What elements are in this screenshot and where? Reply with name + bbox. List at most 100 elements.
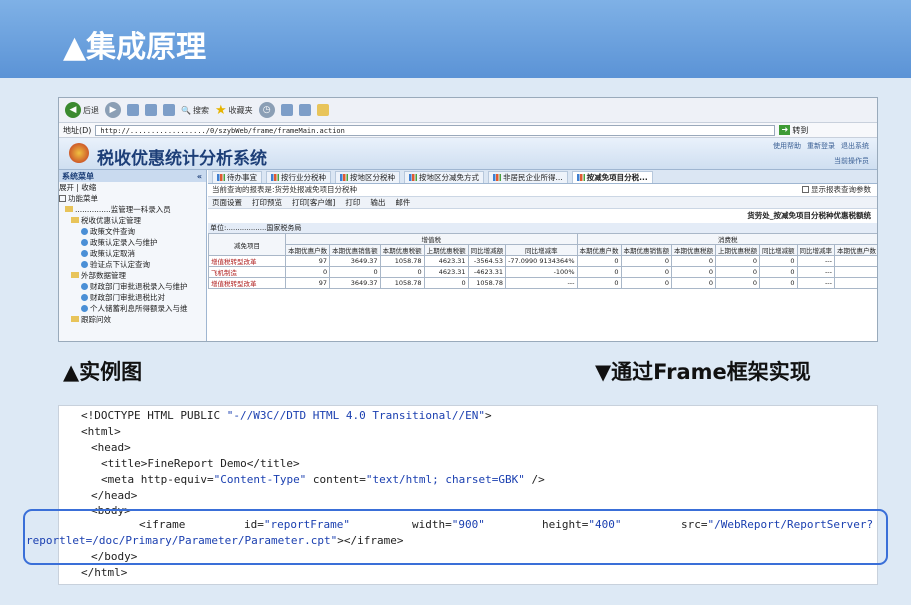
- cell: 97: [285, 255, 331, 267]
- search-button[interactable]: 🔍 搜索: [181, 105, 209, 116]
- slide-header: ▲集成原理: [0, 0, 911, 78]
- row-name-link[interactable]: 飞机制造: [207, 266, 287, 278]
- url-input[interactable]: http://................../0/szybWeb/fram…: [95, 124, 776, 136]
- cell: [834, 266, 877, 278]
- sidebar-item[interactable]: 政策文件查询: [59, 226, 206, 237]
- leaf-icon: [81, 294, 88, 301]
- collapse-icon[interactable]: «: [197, 172, 202, 181]
- tab-exemption-item[interactable]: 按减免项目分税...: [571, 171, 653, 183]
- cell: 3649.37: [329, 255, 381, 267]
- chart-icon: [340, 174, 348, 181]
- forward-button[interactable]: ▶: [105, 102, 121, 118]
- cell: 0: [759, 277, 798, 289]
- tab-nonresident[interactable]: 非居民企业所得...: [488, 171, 568, 183]
- col-header: 本期优惠户数: [285, 244, 331, 256]
- cell: 0: [715, 277, 760, 289]
- sidebar-item[interactable]: 财政部门审批退税录入与维护: [59, 281, 206, 292]
- table-header-row: 本期优惠户数 本期优惠销售额 本期优惠税额 上期优惠税额 同比增减额 同比增减率…: [209, 244, 877, 256]
- report-unit: 单位:..................国家税务局: [208, 223, 877, 233]
- folder-icon: [65, 206, 73, 212]
- tab-region[interactable]: 按地区分税种: [335, 171, 400, 183]
- go-button[interactable]: ➜ 转到: [779, 125, 808, 136]
- back-arrow-icon: ◀: [65, 102, 81, 118]
- print-client-button[interactable]: 打印[客户端]: [292, 197, 335, 208]
- sidebar-item[interactable]: 政策认定录入与维护: [59, 237, 206, 248]
- code-line: <html>: [81, 425, 121, 438]
- cell: -4623.31: [467, 266, 507, 278]
- cell: 0: [671, 255, 716, 267]
- col-header: 本期优惠户数: [576, 244, 622, 256]
- page-setup-button[interactable]: 页面设置: [212, 197, 242, 208]
- chart-icon: [217, 174, 225, 181]
- app-title: 税收优惠统计分析系统: [97, 149, 267, 169]
- cell: 0: [423, 277, 469, 289]
- tab-region-method[interactable]: 按地区分减免方式: [404, 171, 484, 183]
- print-preview-button[interactable]: 打印预览: [252, 197, 282, 208]
- row-name-link[interactable]: 增值税转型改革: [207, 255, 287, 267]
- print-icon[interactable]: [298, 104, 311, 116]
- refresh-icon[interactable]: [145, 104, 157, 116]
- relogin-link[interactable]: 重新登录: [807, 141, 835, 151]
- sidebar-item[interactable]: 个人储蓄利息所得额录入与维: [59, 303, 206, 314]
- cell: -100%: [505, 266, 578, 278]
- mail-icon[interactable]: [280, 104, 293, 116]
- sidebar-item[interactable]: 验证点下认定查询: [59, 259, 206, 270]
- report-title: 货劳处_按减免项目分税种优惠税额统: [747, 211, 871, 220]
- cell: 0: [715, 255, 760, 267]
- favorites-button[interactable]: ★ 收藏夹: [215, 103, 253, 118]
- group-vat: 增值税: [285, 233, 578, 245]
- report-actions: 页面设置 打印预览 打印[客户端] 打印 输出 邮件: [208, 196, 877, 209]
- logout-link[interactable]: 退出系统: [841, 141, 869, 151]
- back-button[interactable]: ◀ 后退: [65, 102, 99, 118]
- chart-icon: [409, 174, 417, 181]
- operator-label: 当前操作员: [834, 157, 869, 165]
- sidebar-item[interactable]: 外部数据管理: [59, 270, 206, 281]
- print-button[interactable]: 打印: [345, 197, 360, 208]
- chart-icon: [493, 174, 501, 181]
- tab-todo[interactable]: 待办事宜: [212, 171, 262, 183]
- sidebar-item[interactable]: ...............监管理一科录入员: [59, 204, 206, 215]
- cell: 1058.78: [379, 277, 425, 289]
- history-icon[interactable]: ◷: [258, 102, 275, 118]
- app-screenshot: ◀ 后退 ▶ 🔍 搜索 ★ 收藏夹 ◷ 地址(D) http://..........…: [58, 97, 878, 342]
- cell: 3649.37: [329, 277, 381, 289]
- sidebar-item[interactable]: 功能菜单: [59, 193, 206, 204]
- show-params-toggle[interactable]: 显示报表查询参数: [802, 184, 871, 196]
- sidebar-expand-collapse[interactable]: 展开 | 收缩: [59, 182, 206, 193]
- cell: 0: [759, 266, 798, 278]
- sidebar-item[interactable]: 税收优惠认定管理: [59, 215, 206, 226]
- help-link[interactable]: 使用帮助: [773, 141, 801, 151]
- export-button[interactable]: 输出: [370, 197, 385, 208]
- cell: 0: [576, 277, 622, 289]
- col-header: 本期优惠销售额: [329, 244, 381, 256]
- tab-industry[interactable]: 按行业分税种: [266, 171, 331, 183]
- leaf-icon: [81, 283, 88, 290]
- go-arrow-icon: ➜: [779, 125, 791, 135]
- example-label: ▲实例图: [63, 360, 143, 384]
- folder-icon[interactable]: [316, 104, 329, 116]
- stop-icon[interactable]: [127, 104, 139, 116]
- sidebar-item[interactable]: 政策认定取消: [59, 248, 206, 259]
- col-header: 同比增减率: [505, 244, 578, 256]
- home-icon[interactable]: [163, 104, 175, 116]
- col-header: 同比增减率: [796, 244, 835, 256]
- checkbox-icon: [802, 186, 809, 193]
- row-name-link[interactable]: 增值税转型改革: [207, 277, 287, 289]
- cell: 0: [576, 266, 622, 278]
- email-button[interactable]: 邮件: [395, 197, 410, 208]
- query-info: 当前查询的报表是:货劳处报减免项目分税种: [212, 185, 358, 194]
- col-header: 本期优惠税额: [379, 244, 425, 256]
- frame-label: ▼通过Frame框架实现: [595, 360, 811, 384]
- address-label: 地址(D): [63, 125, 92, 135]
- code-line: <title>FineReport Demo</title>: [101, 457, 300, 470]
- code-line: </head>: [91, 489, 138, 502]
- query-info-row: 当前查询的报表是:货劳处报减免项目分税种 显示报表查询参数: [208, 184, 877, 196]
- sidebar-item[interactable]: 跟踪问效: [59, 314, 206, 325]
- col-header: 同比增减额: [467, 244, 507, 256]
- leaf-icon: [81, 250, 88, 257]
- cell: 4623.31: [423, 255, 469, 267]
- cell: 0: [576, 255, 622, 267]
- cell: -3564.53: [467, 255, 507, 267]
- sidebar-item[interactable]: 财政部门审批退税比对: [59, 292, 206, 303]
- leaf-icon: [81, 239, 88, 246]
